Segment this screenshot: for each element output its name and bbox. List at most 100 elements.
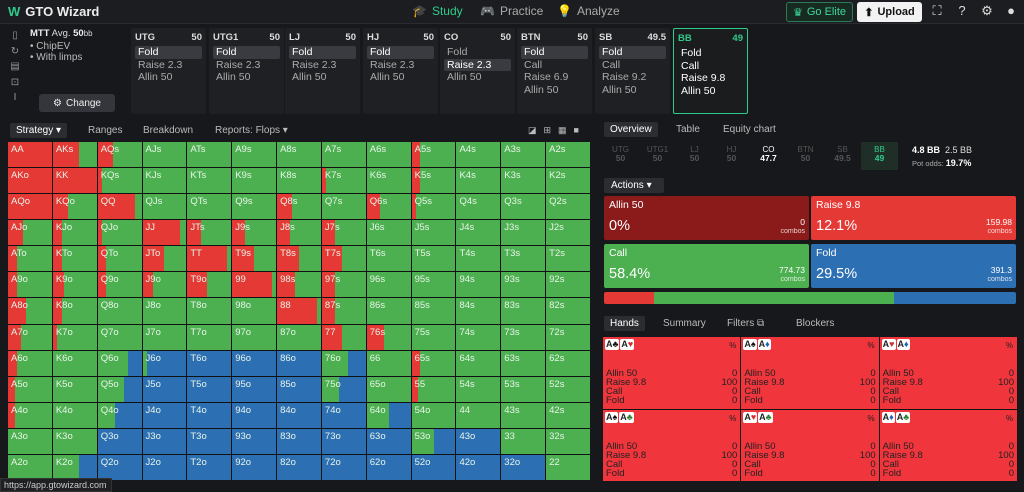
- position-action[interactable]: Fold: [521, 46, 588, 59]
- hand-cell[interactable]: 88: [277, 298, 321, 324]
- position-action[interactable]: Raise 9.2: [599, 71, 666, 84]
- hand-cell[interactable]: AJs: [142, 142, 187, 168]
- tab-strategy[interactable]: Strategy ▾: [10, 123, 68, 138]
- hand-cell[interactable]: T6o: [187, 350, 232, 376]
- hand-cell[interactable]: T9s: [232, 246, 277, 272]
- hand-cell[interactable]: A5o: [8, 376, 52, 402]
- hand-cell[interactable]: J5o: [142, 376, 187, 402]
- hand-cell[interactable]: 75o: [321, 376, 366, 402]
- hand-cell[interactable]: K3o: [52, 428, 97, 454]
- position-action[interactable]: Fold: [213, 46, 280, 59]
- hand-cell[interactable]: 62s: [546, 350, 590, 376]
- position-action[interactable]: Allin 50: [367, 71, 434, 84]
- hand-cell[interactable]: A9o: [8, 272, 52, 298]
- hand-cell[interactable]: K2s: [546, 168, 590, 194]
- hand-cell[interactable]: 22: [546, 454, 590, 480]
- position-action[interactable]: Raise 2.3: [213, 59, 280, 72]
- position-action[interactable]: Fold: [678, 47, 743, 60]
- upload-button[interactable]: ⬆ Upload: [857, 2, 922, 22]
- hand-cell[interactable]: 53o: [411, 428, 456, 454]
- tab-summary[interactable]: Summary: [663, 318, 706, 329]
- hand-cell[interactable]: J3s: [501, 220, 546, 246]
- hand-cell[interactable]: 53s: [501, 376, 546, 402]
- position-action[interactable]: Fold: [599, 46, 666, 59]
- hand-cell[interactable]: 32o: [501, 454, 546, 480]
- hand-cell[interactable]: ATs: [187, 142, 232, 168]
- nav-study[interactable]: 🎓 Study: [412, 4, 463, 18]
- hand-cell[interactable]: Q4s: [456, 194, 501, 220]
- hand-cell[interactable]: Q8o: [97, 298, 142, 324]
- hand-cell[interactable]: K8o: [52, 298, 97, 324]
- position-action[interactable]: Allin 50: [135, 71, 202, 84]
- hand-cell[interactable]: Q6s: [366, 194, 411, 220]
- gamepad-small-icon[interactable]: ⊡: [7, 77, 23, 93]
- hand-cell[interactable]: J2s: [546, 220, 590, 246]
- hand-cell[interactable]: T3o: [187, 428, 232, 454]
- hand-cell[interactable]: J2o: [142, 454, 187, 480]
- hand-cell[interactable]: JTs: [187, 220, 232, 246]
- hand-cell[interactable]: J7s: [321, 220, 366, 246]
- hand-cell[interactable]: 85o: [277, 376, 321, 402]
- hand-cell[interactable]: A7o: [8, 324, 52, 350]
- hand-cell[interactable]: 84s: [456, 298, 501, 324]
- hand-cell[interactable]: K8s: [277, 168, 321, 194]
- hand-cell[interactable]: KTs: [187, 168, 232, 194]
- hand-cell[interactable]: 83o: [277, 428, 321, 454]
- tab-equity-chart[interactable]: Equity chart: [723, 124, 776, 135]
- tab-table[interactable]: Table: [676, 124, 700, 135]
- hand-cell[interactable]: AA: [8, 142, 52, 168]
- hand-cell[interactable]: Q5s: [411, 194, 456, 220]
- hand-cell[interactable]: J9s: [232, 220, 277, 246]
- hand-cell[interactable]: Q3s: [501, 194, 546, 220]
- hand-cell[interactable]: 74o: [321, 402, 366, 428]
- position-action[interactable]: Fold: [289, 46, 356, 59]
- hand-cell[interactable]: 52o: [411, 454, 456, 480]
- hand-cell[interactable]: K4o: [52, 402, 97, 428]
- position-btn[interactable]: BTN 50 Fold Call Raise 6.9 Allin 50: [517, 28, 592, 114]
- hand-cell[interactable]: AQo: [8, 194, 52, 220]
- hand-cell[interactable]: 63s: [501, 350, 546, 376]
- action-box-raise[interactable]: Raise 9.8 12.1% 159.98 combos: [811, 196, 1016, 240]
- gear-icon[interactable]: ⚙: [979, 3, 995, 19]
- actions-dropdown[interactable]: Actions ▾: [604, 178, 664, 193]
- hand-cell[interactable]: 83s: [501, 298, 546, 324]
- hand-cell[interactable]: 54s: [456, 376, 501, 402]
- hand-cell[interactable]: T6s: [366, 246, 411, 272]
- save-icon[interactable]: ▤: [7, 61, 23, 77]
- hand-cell[interactable]: KQo: [52, 194, 97, 220]
- hand-cell[interactable]: T9o: [187, 272, 232, 298]
- hand-cell[interactable]: 93o: [232, 428, 277, 454]
- hand-cell[interactable]: J3o: [142, 428, 187, 454]
- hand-cell[interactable]: 55: [411, 376, 456, 402]
- hand-cell[interactable]: Q8s: [277, 194, 321, 220]
- hand-cell[interactable]: KJo: [52, 220, 97, 246]
- hand-cell[interactable]: Q2o: [97, 454, 142, 480]
- hand-cell[interactable]: T7s: [321, 246, 366, 272]
- hand-cell[interactable]: A5s: [411, 142, 456, 168]
- hand-cell[interactable]: QJs: [142, 194, 187, 220]
- hand-cell[interactable]: A8s: [277, 142, 321, 168]
- position-lj[interactable]: LJ 50 Fold Raise 2.3 Allin 50: [285, 28, 360, 114]
- hand-cell[interactable]: 87s: [321, 298, 366, 324]
- hand-cell[interactable]: Q9s: [232, 194, 277, 220]
- hand-cell[interactable]: TT: [187, 246, 232, 272]
- change-button[interactable]: ⚙ Change: [39, 94, 115, 112]
- hand-cell[interactable]: QJo: [97, 220, 142, 246]
- hand-cell[interactable]: KTo: [52, 246, 97, 272]
- position-action[interactable]: Raise 2.3: [135, 59, 202, 72]
- hand-cell[interactable]: K3s: [501, 168, 546, 194]
- text-cursor-icon[interactable]: I: [7, 92, 23, 108]
- combo-cell[interactable]: A♦ A♣% Allin 50 0 Raise 9.8 100 Call 0 Fold 0: [879, 409, 1017, 481]
- hand-cell[interactable]: T2s: [546, 246, 590, 272]
- position-utg1[interactable]: UTG1 50 Fold Raise 2.3 Allin 50: [209, 28, 284, 114]
- hand-cell[interactable]: 44: [456, 402, 501, 428]
- hand-cell[interactable]: J4s: [456, 220, 501, 246]
- hand-cell[interactable]: K5o: [52, 376, 97, 402]
- help-icon[interactable]: ?: [954, 3, 970, 19]
- tab-breakdown[interactable]: Breakdown: [143, 125, 193, 136]
- hand-cell[interactable]: A6o: [8, 350, 52, 376]
- position-action[interactable]: Fold: [367, 46, 434, 59]
- hand-cell[interactable]: T8o: [187, 298, 232, 324]
- hand-cell[interactable]: 87o: [277, 324, 321, 350]
- hand-cell[interactable]: Q3o: [97, 428, 142, 454]
